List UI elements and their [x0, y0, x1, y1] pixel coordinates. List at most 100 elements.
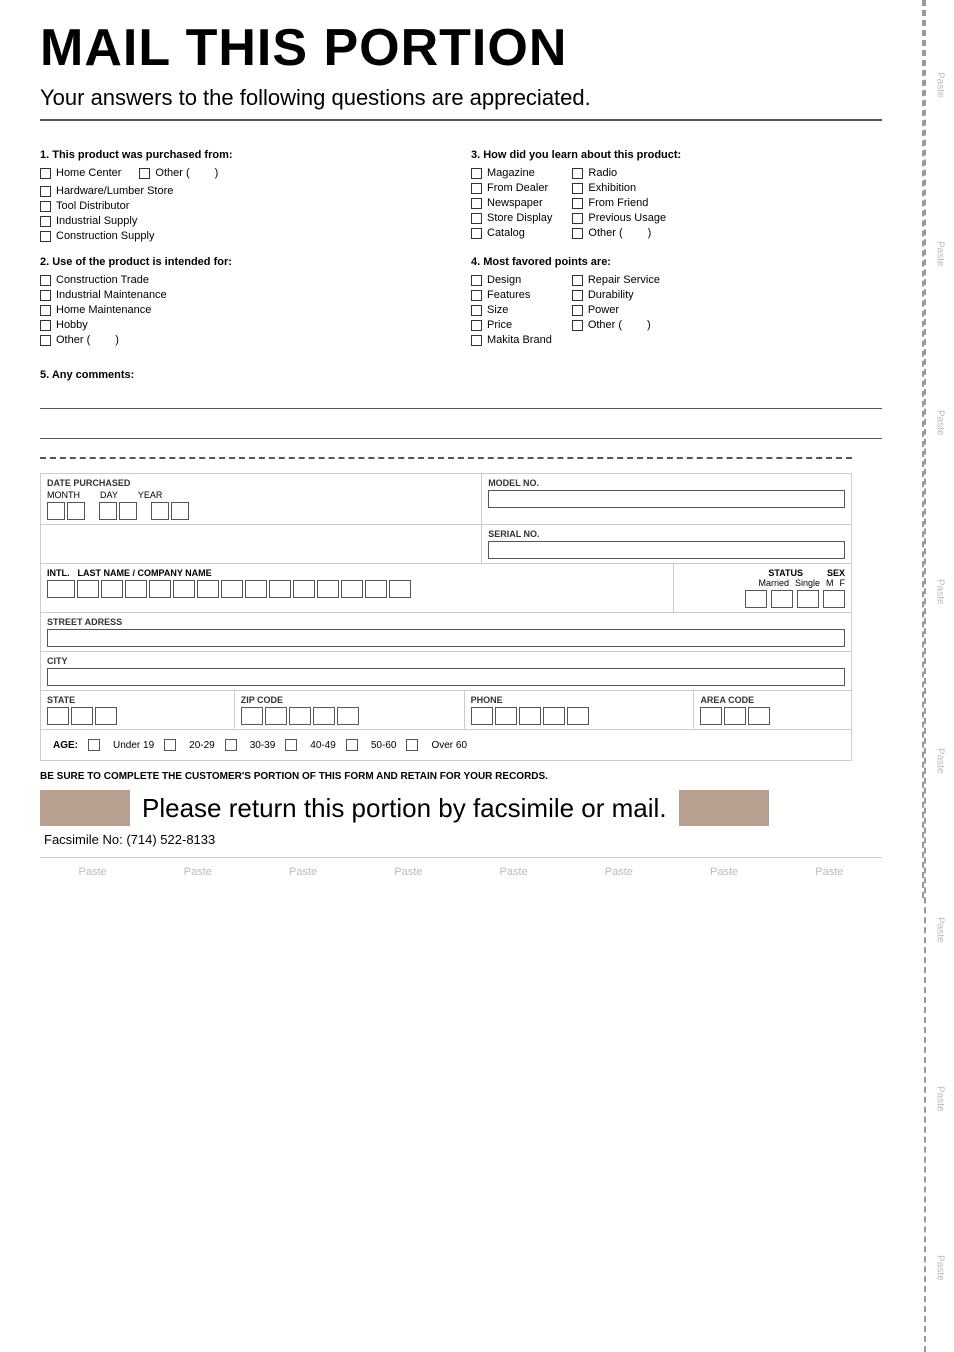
q2-other-label: Other (: [56, 334, 90, 346]
name-box-14[interactable]: [389, 580, 411, 598]
q1-construction-checkbox[interactable]: [40, 231, 51, 242]
name-box-9[interactable]: [269, 580, 291, 598]
month-box-1[interactable]: [47, 502, 65, 520]
f-box[interactable]: [823, 590, 845, 608]
name-box-13[interactable]: [365, 580, 387, 598]
q3-newspaper-label: Newspaper: [487, 197, 543, 209]
q3-catalog-checkbox[interactable]: [471, 228, 482, 239]
q1-home-center-checkbox[interactable]: [40, 168, 51, 179]
q4-size-label: Size: [487, 304, 508, 316]
age-under19-checkbox[interactable]: [88, 739, 100, 751]
zip-box-4[interactable]: [313, 707, 335, 725]
name-box-5[interactable]: [173, 580, 195, 598]
day-box-2[interactable]: [119, 502, 137, 520]
phone-box-3[interactable]: [519, 707, 541, 725]
q4-repair-checkbox[interactable]: [572, 275, 583, 286]
age-30-39-checkbox[interactable]: [225, 739, 237, 751]
age-row: AGE: Under 19 20-29 30-39 40-49 50-60 Ov…: [47, 734, 845, 756]
city-input[interactable]: [47, 668, 845, 686]
serial-no-input[interactable]: [488, 541, 845, 559]
area-code-box-2[interactable]: [724, 707, 746, 725]
m-box[interactable]: [797, 590, 819, 608]
status-sex-cell: STATUS SEX Married Single M F: [674, 564, 851, 612]
q4-design-checkbox[interactable]: [471, 275, 482, 286]
model-no-input[interactable]: [488, 490, 845, 508]
q3-dealer-checkbox[interactable]: [471, 183, 482, 194]
q4-other-checkbox[interactable]: [572, 320, 583, 331]
phone-box-2[interactable]: [495, 707, 517, 725]
name-box-12[interactable]: [341, 580, 363, 598]
phone-box-5[interactable]: [567, 707, 589, 725]
subtitle: Your answers to the following questions …: [40, 85, 882, 121]
q3-friend-label: From Friend: [588, 197, 648, 209]
q4-features-checkbox[interactable]: [471, 290, 482, 301]
year-box-1[interactable]: [151, 502, 169, 520]
q3-radio-checkbox[interactable]: [572, 168, 583, 179]
zip-box-1[interactable]: [241, 707, 263, 725]
q3-friend-checkbox[interactable]: [572, 198, 583, 209]
q4-makita-checkbox[interactable]: [471, 335, 482, 346]
name-box-6[interactable]: [197, 580, 219, 598]
phone-box-4[interactable]: [543, 707, 565, 725]
zip-box-5[interactable]: [337, 707, 359, 725]
state-box-1[interactable]: [47, 707, 69, 725]
form-row-city: CITY: [41, 652, 851, 691]
q3-exhibition: Exhibition: [572, 182, 666, 194]
q4-durability-checkbox[interactable]: [572, 290, 583, 301]
phone-box-1[interactable]: [471, 707, 493, 725]
q3-right: Radio Exhibition From Friend Previous Us…: [572, 167, 666, 242]
q3-previous-usage-checkbox[interactable]: [572, 213, 583, 224]
intl-label: INTL.: [47, 568, 70, 578]
name-box-8[interactable]: [245, 580, 267, 598]
single-box[interactable]: [771, 590, 793, 608]
q4-power-checkbox[interactable]: [572, 305, 583, 316]
q1-hardware-checkbox[interactable]: [40, 186, 51, 197]
q3-magazine-checkbox[interactable]: [471, 168, 482, 179]
year-label: YEAR: [138, 490, 163, 500]
q3-store-display-checkbox[interactable]: [471, 213, 482, 224]
q2-construction-checkbox[interactable]: [40, 275, 51, 286]
state-box-2[interactable]: [71, 707, 93, 725]
name-box-3[interactable]: [125, 580, 147, 598]
brown-box-right: [679, 790, 769, 826]
q1-tool-dist-checkbox[interactable]: [40, 201, 51, 212]
q1-other-checkbox[interactable]: [139, 168, 150, 179]
zip-box-3[interactable]: [289, 707, 311, 725]
age-over60-checkbox[interactable]: [406, 739, 418, 751]
q3-other-checkbox[interactable]: [572, 228, 583, 239]
q3-newspaper-checkbox[interactable]: [471, 198, 482, 209]
street-input[interactable]: [47, 629, 845, 647]
q1-row1: Home Center Other ( ): [40, 167, 451, 182]
state-box-3[interactable]: [95, 707, 117, 725]
name-box-1[interactable]: [77, 580, 99, 598]
q4-durability: Durability: [572, 289, 660, 301]
form-section: DATE PURCHASED MONTH DAY YEAR: [40, 473, 852, 761]
name-box-7[interactable]: [221, 580, 243, 598]
married-box[interactable]: [745, 590, 767, 608]
name-box-4[interactable]: [149, 580, 171, 598]
area-code-box-1[interactable]: [700, 707, 722, 725]
q4-repair-label: Repair Service: [588, 274, 660, 286]
q2-industrial-checkbox[interactable]: [40, 290, 51, 301]
year-box-2[interactable]: [171, 502, 189, 520]
q3-exhibition-checkbox[interactable]: [572, 183, 583, 194]
zip-box-2[interactable]: [265, 707, 287, 725]
q3-title: 3. How did you learn about this product:: [471, 149, 882, 161]
name-box-2[interactable]: [101, 580, 123, 598]
age-50-60-checkbox[interactable]: [346, 739, 358, 751]
area-code-box-3[interactable]: [748, 707, 770, 725]
day-box-1[interactable]: [99, 502, 117, 520]
q4-price-checkbox[interactable]: [471, 320, 482, 331]
q2-hobby-checkbox[interactable]: [40, 320, 51, 331]
age-40-49-checkbox[interactable]: [285, 739, 297, 751]
q1-industrial-checkbox[interactable]: [40, 216, 51, 227]
month-box-2[interactable]: [67, 502, 85, 520]
q4-size-checkbox[interactable]: [471, 305, 482, 316]
intl-box[interactable]: [47, 580, 75, 598]
name-box-10[interactable]: [293, 580, 315, 598]
q2-other-checkbox[interactable]: [40, 335, 51, 346]
age-20-29-checkbox[interactable]: [164, 739, 176, 751]
q2-home-checkbox[interactable]: [40, 305, 51, 316]
q2-construction-label: Construction Trade: [56, 274, 149, 286]
name-box-11[interactable]: [317, 580, 339, 598]
